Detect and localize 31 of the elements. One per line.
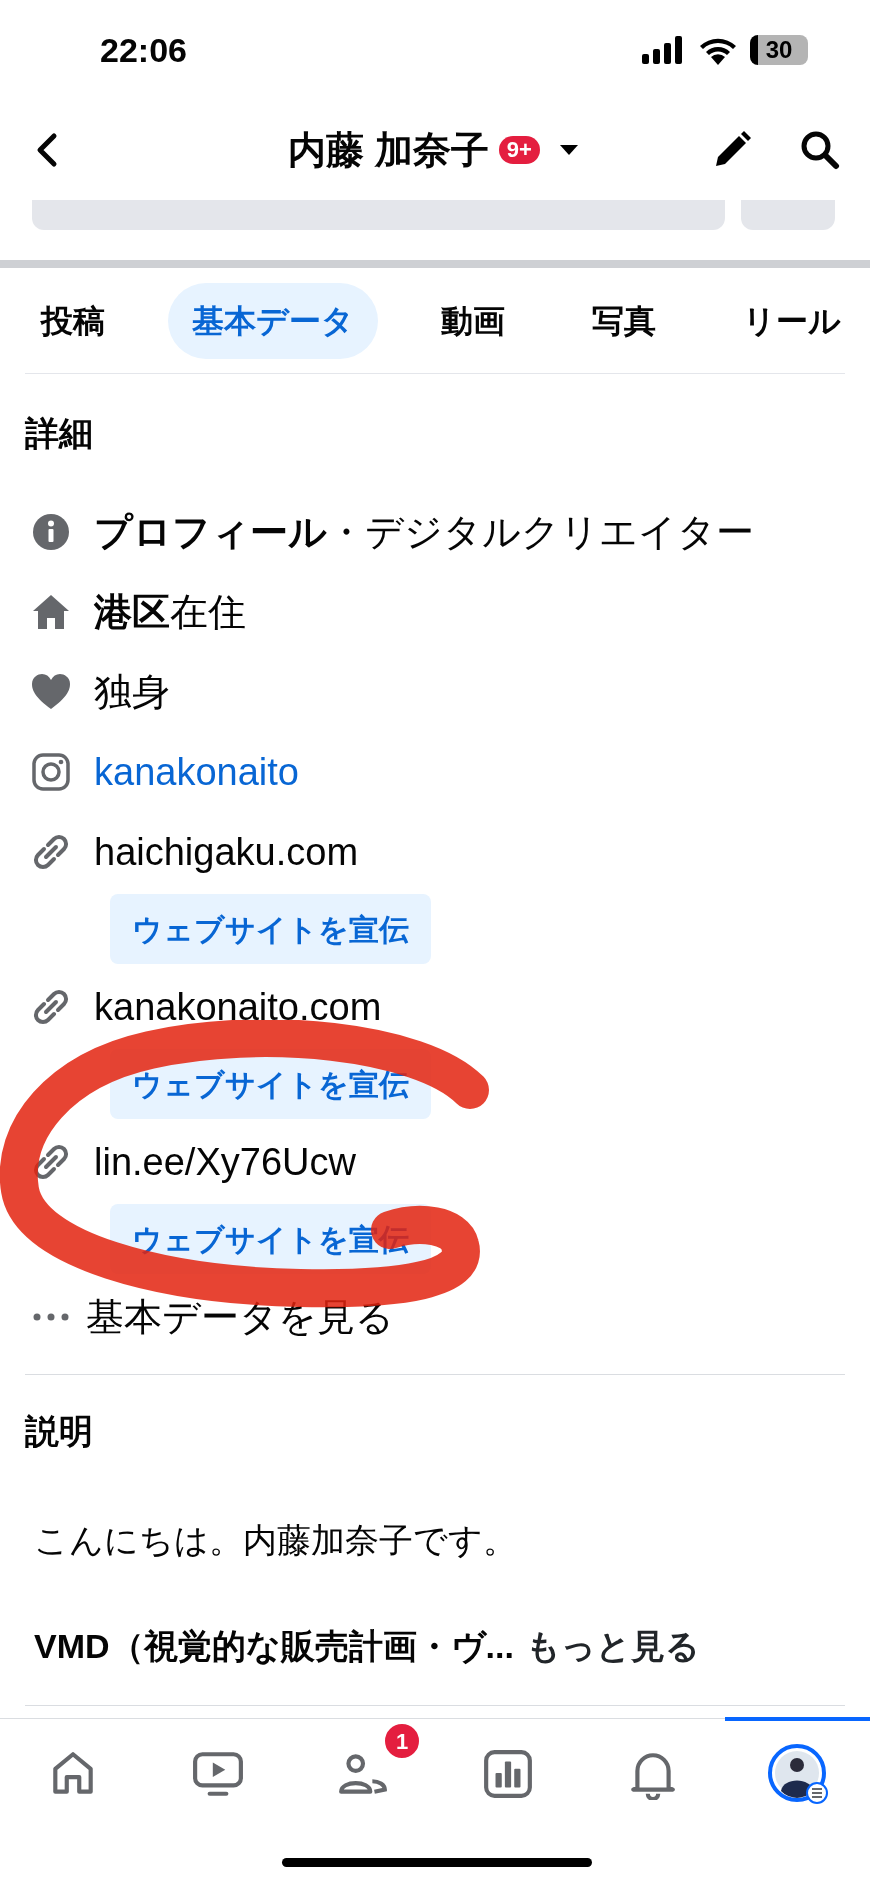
see-more-link[interactable]: もっと見る (525, 1620, 700, 1672)
detail-text: プロフィール・デジタルクリエイター (94, 509, 754, 555)
status-time: 22:06 (100, 29, 187, 71)
description-text: こんにちは。内藤加奈子です。 (34, 1519, 517, 1561)
section-heading: 詳細 (24, 412, 93, 454)
website-link[interactable]: haichigaku.com (94, 823, 359, 881)
website-link[interactable]: lin.ee/Xy76Ucw (94, 1133, 356, 1191)
more-icon (33, 1313, 69, 1321)
count-badge: 1 (382, 1721, 422, 1761)
battery-icon: 30 (750, 35, 808, 65)
detail-text: 港区在住 (94, 589, 246, 635)
profile-tab[interactable]: 写真 (568, 282, 680, 359)
chart-icon[interactable] (481, 1747, 534, 1800)
description-text: VMD（視覚的な販売計画・ヴ... (34, 1625, 514, 1667)
see-details-link[interactable]: 基本データを見る (86, 1288, 394, 1346)
detail-text: 独身 (94, 669, 170, 715)
promote-website-button[interactable]: ウェブサイトを宣伝 (110, 894, 431, 964)
camera-icon (30, 751, 72, 793)
notification-badge: 9+ (498, 136, 540, 164)
profile-tab[interactable]: リール (719, 282, 865, 359)
info-icon (30, 511, 72, 553)
avatar-icon[interactable] (766, 1742, 829, 1805)
profile-name[interactable]: 内藤 加奈子 (288, 121, 489, 179)
caret-icon[interactable] (557, 143, 580, 157)
profile-tab[interactable]: 基本データ (168, 282, 378, 359)
profile-tab[interactable]: 投稿 (17, 282, 129, 359)
section-heading: 説明 (24, 1410, 93, 1452)
website-link[interactable]: kanakonaito.com (94, 978, 382, 1036)
instagram-link[interactable]: kanakonaito (94, 743, 299, 801)
profile-tab[interactable]: 動画 (417, 282, 529, 359)
search-icon[interactable] (800, 130, 840, 170)
